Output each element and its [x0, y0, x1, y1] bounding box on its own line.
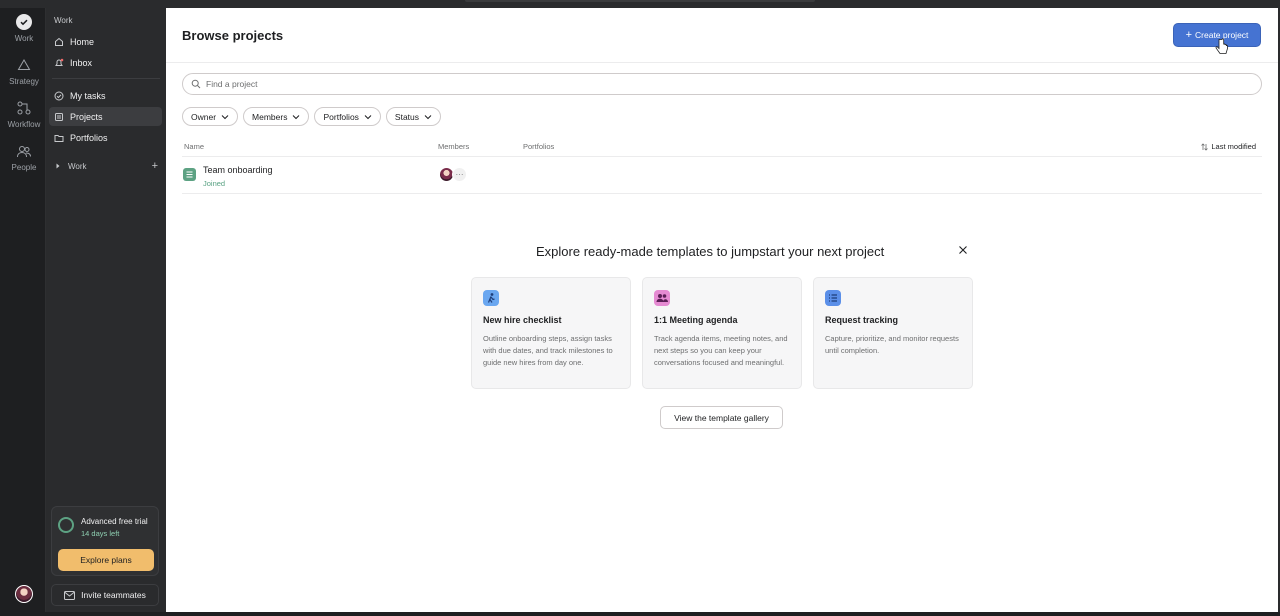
page-title: Browse projects: [182, 28, 284, 43]
chevron-down-icon: [293, 114, 300, 119]
sidebar-heading: Work: [54, 16, 73, 25]
template-description: Outline onboarding steps, assign tasks w…: [483, 334, 613, 367]
filter-label: Members: [252, 111, 288, 122]
template-description: Track agenda items, meeting notes, and n…: [654, 334, 788, 367]
sidebar-item-label: My tasks: [70, 90, 106, 101]
table-header-divider: [182, 156, 1262, 157]
chevron-down-icon: [364, 114, 372, 119]
rail-item-people[interactable]: People: [2, 143, 46, 172]
chevron-down-icon: [221, 114, 229, 119]
filter-label: Status: [394, 111, 420, 122]
rail-label: Work: [14, 34, 34, 43]
search-input[interactable]: Find a project: [182, 73, 1262, 95]
list-icon: [825, 290, 841, 306]
folder-icon: [54, 134, 64, 142]
rail-label: Strategy: [9, 77, 39, 86]
section-label: Work: [68, 161, 87, 171]
plus-icon: +: [1185, 29, 1193, 41]
trial-card: Advanced free trial 14 days left Explore…: [51, 506, 159, 576]
filter-status[interactable]: Status: [385, 107, 442, 126]
trial-progress-ring: [58, 517, 74, 533]
sidebar-section-work[interactable]: Work +: [54, 160, 158, 172]
templates-heading: Explore ready-made templates to jumpstar…: [536, 244, 885, 259]
template-title: 1:1 Meeting agenda: [654, 315, 738, 325]
rail-item-workflow[interactable]: Workflow: [2, 100, 46, 129]
search-icon: [191, 79, 201, 89]
template-card-new-hire-checklist[interactable]: New hire checklist Outline onboarding st…: [471, 277, 631, 389]
template-title: Request tracking: [825, 315, 899, 325]
sort-icon: [1201, 142, 1209, 151]
trial-days-left: 14 days left: [81, 529, 120, 538]
view-template-gallery-button[interactable]: View the template gallery: [660, 406, 783, 429]
explore-plans-button[interactable]: Explore plans: [58, 549, 154, 571]
project-name[interactable]: Team onboarding: [203, 165, 273, 175]
invite-label: Invite teammates: [81, 590, 146, 600]
sidebar-item-portfolios[interactable]: Portfolios: [49, 128, 162, 147]
sidebar-item-home[interactable]: Home: [49, 32, 162, 51]
invite-teammates-button[interactable]: Invite teammates: [51, 584, 159, 606]
main-content: Browse projects + Create project Find a …: [166, 8, 1278, 612]
add-section-icon[interactable]: +: [152, 160, 158, 172]
project-joined-status: Joined: [203, 179, 226, 188]
sidebar-item-label: Portfolios: [70, 132, 108, 143]
sidebar: Work Home Inbox My tasks Projects Portfo…: [46, 8, 166, 612]
check-circle-icon: [16, 14, 32, 30]
header-divider: [166, 62, 1278, 63]
column-header-name[interactable]: Name: [184, 142, 204, 151]
mail-icon: [64, 590, 76, 600]
trial-title: Advanced free trial: [81, 517, 148, 526]
user-avatar[interactable]: [15, 585, 33, 603]
people-icon: [17, 146, 31, 158]
sidebar-item-projects[interactable]: Projects: [49, 107, 162, 126]
rail-item-strategy[interactable]: Strategy: [2, 57, 46, 86]
column-header-members[interactable]: Members: [438, 142, 469, 151]
search-placeholder: Find a project: [206, 79, 258, 89]
check-circle-icon: [54, 91, 64, 100]
template-card-request-tracking[interactable]: Request tracking Capture, prioritize, an…: [813, 277, 973, 389]
app-window: Work Strategy Workflow People Work Home …: [0, 0, 1280, 616]
home-icon: [55, 37, 63, 46]
chevron-down-icon: [424, 114, 432, 119]
hiking-icon: [483, 290, 499, 306]
sidebar-item-label: Home: [70, 36, 95, 47]
global-nav-rail: Work Strategy Workflow People: [2, 8, 46, 612]
more-members-icon[interactable]: ···: [452, 167, 467, 182]
close-icon[interactable]: [958, 245, 968, 255]
template-title: New hire checklist: [483, 315, 562, 325]
people-icon: [654, 290, 670, 306]
filter-bar: Owner Members Portfolios Status: [182, 107, 442, 126]
sidebar-item-label: Inbox: [70, 57, 93, 68]
clipboard-icon: [55, 112, 63, 121]
column-header-portfolios[interactable]: Portfolios: [523, 142, 554, 151]
rail-item-work[interactable]: Work: [2, 14, 46, 43]
bell-icon: [55, 58, 64, 66]
sidebar-item-my-tasks[interactable]: My tasks: [49, 86, 162, 105]
window-top-bar: [0, 0, 1280, 8]
column-header-last-modified[interactable]: Last modified: [1201, 142, 1256, 151]
caret-right-icon: [56, 163, 60, 169]
mouse-pointer-icon: [1215, 38, 1228, 54]
sidebar-divider: [52, 78, 160, 79]
template-card-meeting-agenda[interactable]: 1:1 Meeting agenda Track agenda items, m…: [642, 277, 802, 389]
rail-label: People: [11, 163, 37, 172]
list-icon: [183, 168, 196, 181]
table-row-divider: [182, 193, 1262, 194]
filter-label: Portfolios: [323, 111, 359, 122]
filter-portfolios[interactable]: Portfolios: [314, 107, 381, 126]
filter-owner[interactable]: Owner: [182, 107, 239, 126]
filter-members[interactable]: Members: [243, 107, 310, 126]
rail-label: Workflow: [7, 120, 41, 129]
top-search-handle[interactable]: [465, 0, 815, 2]
workflow-icon: [17, 101, 31, 115]
triangle-icon: [17, 59, 31, 70]
template-description: Capture, prioritize, and monitor request…: [825, 334, 959, 355]
last-modified-label: Last modified: [1211, 142, 1256, 151]
filter-label: Owner: [191, 111, 217, 122]
sidebar-item-label: Projects: [70, 111, 103, 122]
sidebar-item-inbox[interactable]: Inbox: [49, 53, 162, 72]
